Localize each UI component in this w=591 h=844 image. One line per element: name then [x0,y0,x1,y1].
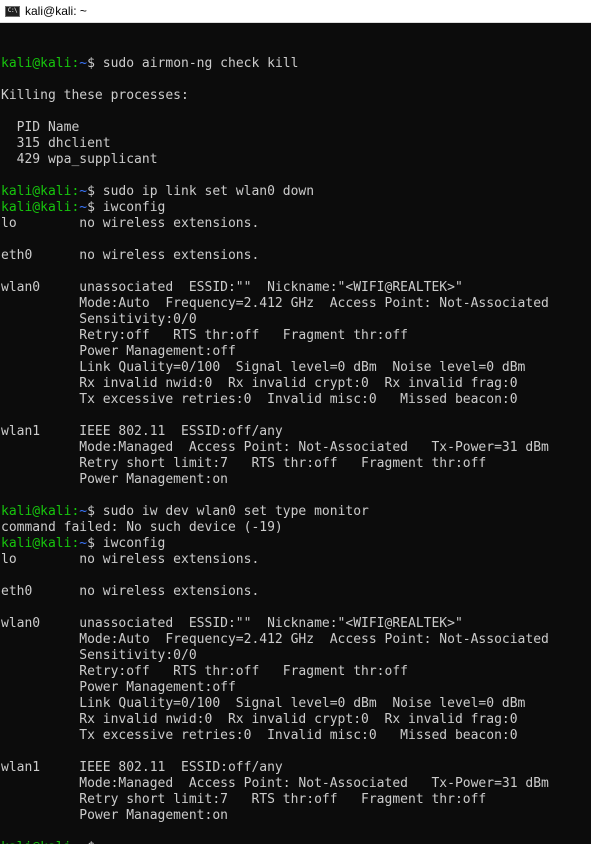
output-line: Link Quality=0/100 Signal level=0 dBm No… [1,696,526,711]
prompt-symbol: $ [87,536,95,551]
prompt-symbol: $ [87,504,95,519]
prompt-user: kali@kali [1,536,72,551]
output-line: Power Management:on [1,472,228,487]
output-line: wlan0 unassociated ESSID:"" Nickname:"<W… [1,280,463,295]
output-line: Mode:Managed Access Point: Not-Associate… [1,776,549,791]
command-line: kali@kali:~$ sudo iw dev wlan0 set type … [1,504,591,520]
output-line: 429 wpa_supplicant [1,152,158,167]
prompt-path: ~ [79,56,88,71]
output-line: Power Management:on [1,808,228,823]
prompt-user: kali@kali [1,840,71,844]
prompt-path: ~ [79,200,88,215]
output-line: Rx invalid nwid:0 Rx invalid crypt:0 Rx … [1,376,518,391]
output-line: lo no wireless extensions. [1,216,260,231]
prompt-symbol: $ [87,840,95,844]
output-line: Sensitivity:0/0 [1,312,197,327]
output-line: Rx invalid nwid:0 Rx invalid crypt:0 Rx … [1,712,518,727]
command-line: kali@kali:~$ sudo airmon-ng check kill [1,56,591,72]
output-line: wlan1 IEEE 802.11 ESSID:off/any [1,760,283,775]
prompt-path: ~ [79,536,88,551]
output-line: 315 dhclient [1,136,111,151]
console-icon: C:\ [5,5,20,17]
command-line: kali@kali:~$ iwconfig [1,200,591,216]
window-title: kali@kali: ~ [25,4,87,18]
command-text: iwconfig [94,536,166,551]
output-line: Mode:Managed Access Point: Not-Associate… [1,440,549,455]
output-line: lo no wireless extensions. [1,552,260,567]
output-line: Mode:Auto Frequency=2.412 GHz Access Poi… [1,296,549,311]
output-line: Power Management:off [1,680,236,695]
output-line: eth0 no wireless extensions. [1,584,260,599]
output-line: wlan0 unassociated ESSID:"" Nickname:"<W… [1,616,463,631]
console-icon-text: C:\ [7,7,18,14]
prompt-user: kali@kali [1,504,72,519]
output-line: command failed: No such device (-19) [1,520,283,535]
output-line: Sensitivity:0/0 [1,648,197,663]
output-line: Mode:Auto Frequency=2.412 GHz Access Poi… [1,632,549,647]
output-line: Link Quality=0/100 Signal level=0 dBm No… [1,360,526,375]
command-line: kali@kali:~$ sudo ip link set wlan0 down [1,184,591,200]
prompt-user: kali@kali [1,200,72,215]
output-line: Tx excessive retries:0 Invalid misc:0 Mi… [1,728,518,743]
command-line: kali@kali:~$ iwconfig [1,536,591,552]
prompt-path: ~ [79,184,88,199]
output-line: Retry:off RTS thr:off Fragment thr:off [1,328,408,343]
prompt-symbol: $ [87,184,95,199]
output-line: eth0 no wireless extensions. [1,248,260,263]
output-line: Power Management:off [1,344,236,359]
command-line: kali@kali:~$ [1,840,591,844]
output-line: Retry short limit:7 RTS thr:off Fragment… [1,456,487,471]
prompt-symbol: $ [87,200,95,215]
terminal-window: C:\ kali@kali: ~ kali@kali:~$ sudo airmo… [0,0,591,844]
prompt-user: kali@kali [1,56,72,71]
title-bar[interactable]: C:\ kali@kali: ~ [0,0,591,23]
command-text: sudo ip link set wlan0 down [94,184,315,199]
output-line: Retry:off RTS thr:off Fragment thr:off [1,664,408,679]
output-line: PID Name [1,120,80,135]
prompt-path: ~ [79,504,88,519]
terminal-output[interactable]: kali@kali:~$ sudo airmon-ng check kill Ki… [0,23,591,844]
command-text: sudo iw dev wlan0 set type monitor [94,504,369,519]
prompt-symbol: $ [87,56,95,71]
prompt-path: ~ [79,840,87,844]
command-text: sudo airmon-ng check kill [94,56,299,71]
output-line: Tx excessive retries:0 Invalid misc:0 Mi… [1,392,518,407]
output-line: Killing these processes: [1,88,189,103]
prompt-user: kali@kali [1,184,72,199]
command-text: iwconfig [94,200,166,215]
output-line: Retry short limit:7 RTS thr:off Fragment… [1,792,487,807]
output-line: wlan1 IEEE 802.11 ESSID:off/any [1,424,283,439]
